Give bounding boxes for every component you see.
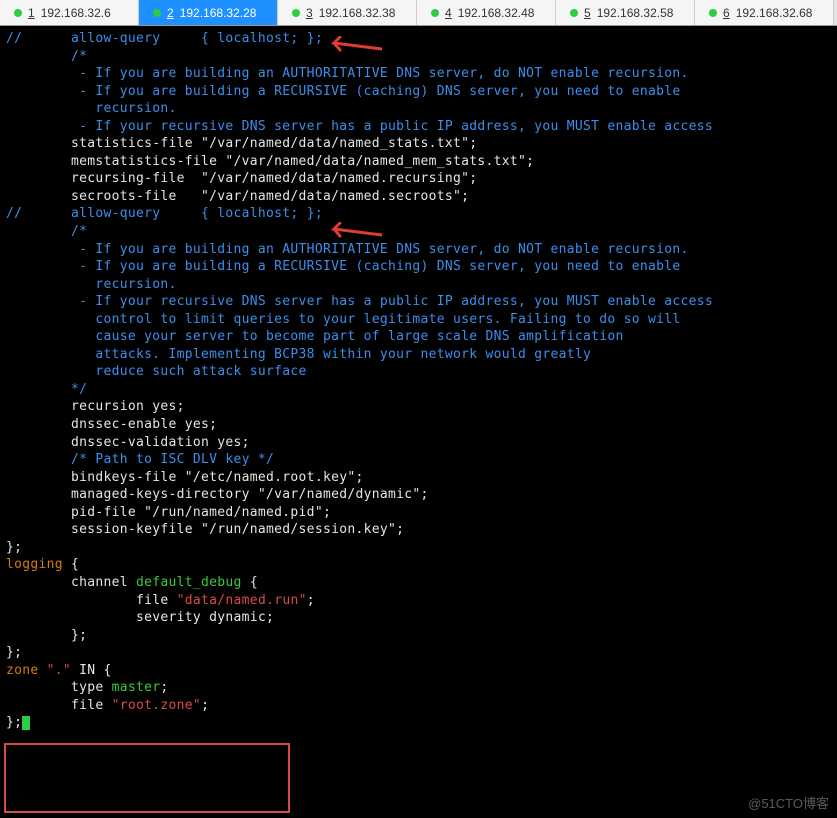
code-text: attacks. Implementing BCP38 within your … [6,347,591,362]
tab-number: 5 [584,6,591,20]
code-text: { [242,575,258,590]
code-text: logging [6,557,63,572]
highlight-box-icon [4,743,290,813]
code-text: - If you are building an AUTHORITATIVE D… [6,66,689,81]
code-text: /* Path to ISC DLV key */ [6,452,274,467]
tab-label: 192.168.32.68 [736,6,813,20]
tab-3[interactable]: 3 192.168.32.38 [278,0,417,25]
tab-2[interactable]: 2 192.168.32.28 [139,0,278,25]
tab-number: 1 [28,6,35,20]
code-text: type [6,680,112,695]
code-text: cause your server to become part of larg… [6,329,624,344]
tab-6[interactable]: 6 192.168.32.68 [695,0,834,25]
cursor-icon [22,716,30,730]
status-dot-icon [431,9,439,17]
status-dot-icon [570,9,578,17]
code-text: default_debug [136,575,242,590]
code-text: "root.zone" [112,698,201,713]
code-text: }; [6,715,22,730]
code-text: file [6,698,112,713]
code-text: severity [6,610,201,625]
code-text: channel [6,575,136,590]
terminal-output[interactable]: // allow-query { localhost; }; /* - If y… [0,26,837,736]
code-text: */ [6,382,87,397]
tab-bar: 1 192.168.32.6 2 192.168.32.28 3 192.168.32… [0,0,837,26]
tab-label: 192.168.32.6 [41,6,111,20]
code-text: }; [6,628,87,643]
tab-number: 6 [723,6,730,20]
code-text: dnssec-validation yes; [6,435,250,450]
status-dot-icon [709,9,717,17]
code-text: master [112,680,161,695]
code-text: pid-file "/run/named/named.pid"; [6,505,331,520]
code-text: IN { [71,663,112,678]
watermark: @51CTO博客 [748,793,829,812]
code-text: control to limit queries to your legitim… [6,312,681,327]
code-text: - If your recursive DNS server has a pub… [6,294,713,309]
code-text: "." [47,663,71,678]
code-text: bindkeys-file "/etc/named.root.key"; [6,470,364,485]
code-text: - If your recursive DNS server has a pub… [6,119,713,134]
code-text: allow-query { localhost; }; [71,31,323,46]
code-text: ; [307,593,315,608]
tab-number: 4 [445,6,452,20]
code-text: statistics-file "/var/named/data/named_s… [6,136,477,151]
code-text: recursion yes; [6,399,185,414]
code-text: file [6,593,177,608]
code-text: recursion. [6,101,177,116]
code-text: ; [160,680,168,695]
code-text: dynamic; [201,610,274,625]
code-text: // [6,206,71,221]
code-text: // [6,31,71,46]
code-text: secroots-file "/var/named/data/named.sec… [6,189,469,204]
tab-label: 192.168.32.58 [597,6,674,20]
code-text: - If you are building a RECURSIVE (cachi… [6,84,681,99]
status-dot-icon [292,9,300,17]
tab-number: 2 [167,6,174,20]
code-text: recursing-file "/var/named/data/named.re… [6,171,477,186]
code-text: "data/named.run" [177,593,307,608]
code-text: - If you are building an AUTHORITATIVE D… [6,242,689,257]
code-text: - If you are building a RECURSIVE (cachi… [6,259,681,274]
status-dot-icon [14,9,22,17]
code-text: /* [6,224,87,239]
tab-label: 192.168.32.28 [180,6,257,20]
code-text: zone [6,663,47,678]
code-text: }; [6,645,22,660]
tab-label: 192.168.32.48 [458,6,535,20]
code-text: allow-query { localhost; }; [71,206,323,221]
code-text: managed-keys-directory "/var/named/dynam… [6,487,429,502]
code-text: reduce such attack surface [6,364,307,379]
code-text: recursion. [6,277,177,292]
code-text: session-keyfile "/run/named/session.key"… [6,522,404,537]
code-text: dnssec-enable yes; [6,417,217,432]
tab-label: 192.168.32.38 [319,6,396,20]
code-text: }; [6,540,22,555]
tab-number: 3 [306,6,313,20]
tab-4[interactable]: 4 192.168.32.48 [417,0,556,25]
tab-1[interactable]: 1 192.168.32.6 [0,0,139,25]
code-text: memstatistics-file "/var/named/data/name… [6,154,534,169]
code-text: { [63,557,79,572]
tab-5[interactable]: 5 192.168.32.58 [556,0,695,25]
code-text: /* [6,49,87,64]
status-dot-icon [153,9,161,17]
code-text: ; [201,698,209,713]
